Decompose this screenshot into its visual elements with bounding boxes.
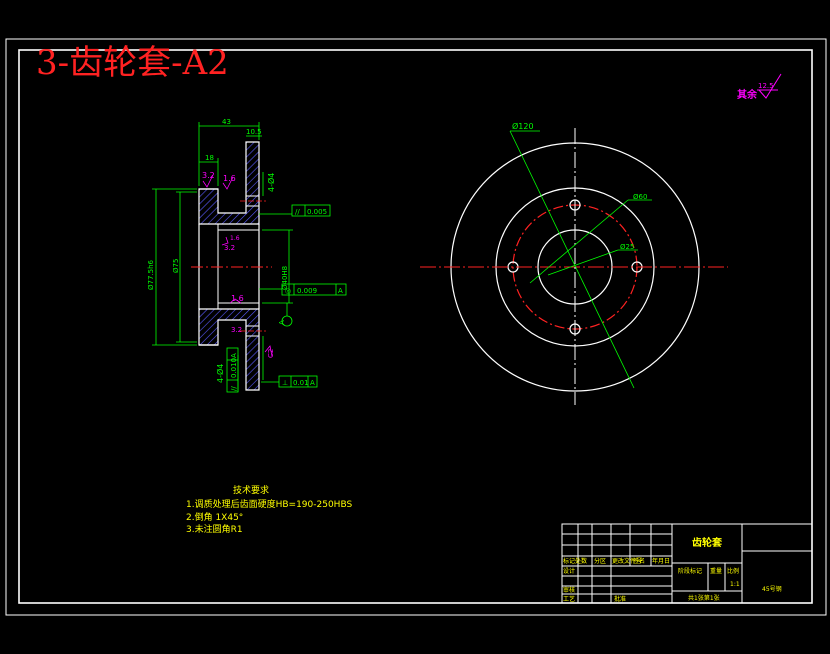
tb-header-zone: 分区 [594,557,606,565]
dim-d60: Ø60 [633,193,647,201]
tech-requirement-item: 3.未注圆角R1 [186,523,243,535]
dim-flange-width: 10.5 [246,128,262,136]
tech-requirements-title: 技术要求 [233,484,269,496]
roughness-6: 3.2 [231,326,242,334]
dim-hub-width: 18 [205,154,214,162]
tol-3-symbol: // [230,386,238,391]
tb-weight: 重量 [710,567,722,575]
tb-header-sign: 签名 [633,557,645,565]
tol-3-value: 0.010 [230,358,238,378]
title-block: 齿轮套 标记处数 分区 更改文件号 签名 年月日 设计 审核 工艺 批准 阶段标… [561,523,813,604]
dim-overall-width: 43 [222,118,231,126]
roughness-5: 1.6 [231,294,244,303]
tb-stage-mark: 阶段标记 [678,567,702,575]
tech-requirement-item: 2.倒角 1X45° [186,511,243,523]
tol-3-datum: A [230,353,238,358]
tol-2-datum: A [338,287,343,295]
tb-approve: 批准 [614,595,626,603]
tb-scale: 1:1 [730,581,740,588]
datum-label: A [278,320,286,325]
tol-2-value: 0.009 [297,287,317,295]
section-view [152,122,347,393]
roughness-note-text: 其余 [737,88,758,101]
roughness-2: 1.6 [223,174,236,183]
dim-d120: Ø120 [512,121,534,131]
tol-4-symbol: ⊥ [282,379,288,387]
tb-header-date: 年月日 [652,557,670,565]
section-hatch-lower [198,308,260,391]
roughness-3: 3.2 [224,244,235,252]
dim-d2: Ø75 [172,259,180,273]
front-view: Ø120 Ø60 Ø25 [420,121,728,405]
tb-sheets: 共1张第1张 [688,594,720,602]
tol-4-value: 0.01 [293,379,309,387]
tol-4-datum: A [310,379,315,387]
dim-holes-top: 4-Ø4 [266,173,276,192]
tb-material: 45号钢 [762,585,782,593]
dim-d25: Ø25 [620,243,634,251]
general-roughness-note: 其余 12.5 [737,73,782,101]
tech-requirement-item: 1.调质处理后齿面硬度HB=190-250HBS [186,498,352,510]
tb-process: 工艺 [563,595,575,603]
part-name: 齿轮套 [692,536,723,549]
tech-requirements: 技术要求 1.调质处理后齿面硬度HB=190-250HBS 2.倒角 1X45°… [186,484,352,535]
tb-ratio: 比例 [727,567,739,575]
inner-frame [18,49,813,604]
outer-frame [5,38,827,616]
tol-1-symbol: // [295,208,300,216]
tb-design: 设计 [563,567,575,575]
dim-holes-bottom: 4-Ø4 [215,364,225,383]
tb-header-marks: 标记处数 [563,557,587,565]
tb-check: 审核 [563,586,575,594]
dim-od: Ø77.5h6 [147,259,155,290]
roughness-4: 1.6 [230,235,240,242]
tol-2-symbol: ◎ [285,287,291,295]
tol-1-value: 0.005 [307,208,327,216]
drawing-title: 3-齿轮套-A2 [36,43,229,83]
cad-drawing: 3-齿轮套-A2 其余 12.5 43 10.5 18 Ø77.5h6 Ø75 … [5,38,827,616]
